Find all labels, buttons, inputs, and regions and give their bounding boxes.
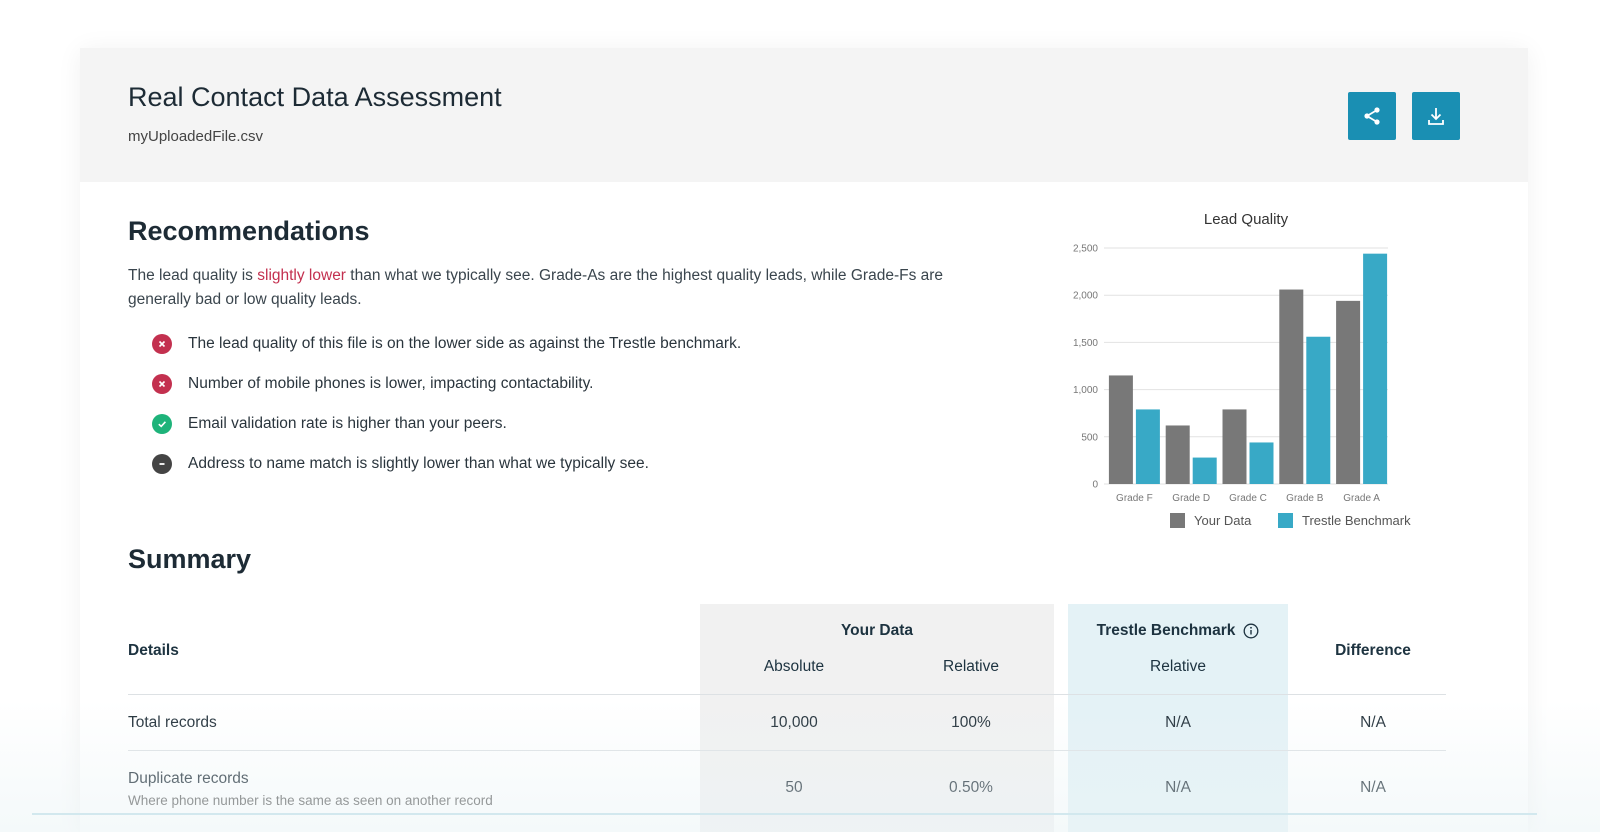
recommendations-intro: The lead quality is slightly lower than …: [128, 264, 948, 312]
benchmark-value: N/A: [1165, 779, 1191, 796]
info-icon[interactable]: [1243, 623, 1259, 639]
benchmark-relative-header: Relative: [1150, 658, 1206, 675]
download-button[interactable]: [1412, 92, 1460, 140]
details-header: Details: [128, 642, 179, 659]
row-divider: [128, 750, 1446, 751]
y-tick-label: 1,000: [1073, 385, 1098, 396]
relative-value: 0.50%: [949, 779, 993, 796]
your-data-header: Your Data: [840, 622, 914, 639]
x-tick-label: Grade D: [1172, 493, 1210, 504]
bar-trestle-benchmark: [1306, 336, 1331, 484]
bar-trestle-benchmark: [1249, 442, 1274, 484]
bar-trestle-benchmark: [1135, 409, 1160, 484]
bar-your-data: [1336, 300, 1361, 484]
difference-value: N/A: [1360, 714, 1386, 731]
page-title: Real Contact Data Assessment: [128, 82, 502, 112]
legend-label: Trestle Benchmark: [1302, 513, 1411, 528]
recommendations-list: The lead quality of this file is on the …: [152, 324, 741, 484]
x-tick-label: Grade B: [1286, 493, 1324, 504]
y-tick-label: 2,000: [1073, 291, 1098, 302]
absolute-value: 10,000: [770, 714, 818, 731]
legend-label: Your Data: [1194, 513, 1252, 528]
summary-title: Summary: [128, 544, 252, 574]
x-tick-label: Grade A: [1343, 493, 1380, 504]
x-tick-label: Grade F: [1116, 493, 1153, 504]
y-tick-label: 0: [1092, 480, 1098, 491]
check-icon: [152, 414, 172, 434]
x-icon: [152, 374, 172, 394]
relative-value: 100%: [951, 714, 991, 731]
bar-your-data: [1108, 375, 1133, 484]
legend-swatch: [1278, 513, 1293, 528]
y-tick-label: 500: [1081, 432, 1098, 443]
assessment-card: Real Contact Data Assessment myUploadedF…: [80, 48, 1528, 832]
share-button[interactable]: [1348, 92, 1396, 140]
y-tick-label: 2,500: [1073, 244, 1098, 255]
recommendation-item: Number of mobile phones is lower, impact…: [152, 364, 741, 404]
row-sublabel: Where phone number is the same as seen o…: [128, 793, 493, 808]
scroll-edge-line: [32, 813, 1537, 815]
benchmark-header: Trestle Benchmark: [1068, 622, 1288, 640]
row-label: Duplicate records: [128, 770, 249, 787]
recommendation-text: Number of mobile phones is lower, impact…: [188, 375, 594, 392]
benchmark-header-label: Trestle Benchmark: [1096, 622, 1236, 639]
absolute-value: 50: [785, 779, 803, 796]
difference-value: N/A: [1360, 779, 1386, 796]
row-label: Total records: [128, 714, 217, 731]
intro-highlight: slightly lower: [257, 267, 346, 284]
report-header: Real Contact Data Assessment myUploadedF…: [80, 48, 1528, 182]
lead-quality-chart: Lead Quality 0 500 1,000 1,500 2,000 2,500 Grad…: [980, 206, 1460, 546]
share-icon: [1364, 107, 1380, 125]
chart-title: Lead Quality: [1204, 211, 1289, 228]
difference-header: Difference: [1335, 642, 1411, 659]
benchmark-value: N/A: [1165, 714, 1191, 731]
lead-quality-chart-svg: Lead Quality 0 500 1,000 1,500 2,000 2,500 Grad…: [1073, 211, 1411, 528]
relative-header: Relative: [943, 658, 999, 675]
minus-icon: [152, 454, 172, 474]
recommendations-title: Recommendations: [128, 216, 370, 246]
x-icon: [152, 334, 172, 354]
legend-swatch: [1170, 513, 1185, 528]
recommendation-text: The lead quality of this file is on the …: [188, 335, 742, 352]
recommendation-item: Address to name match is slightly lower …: [152, 444, 741, 484]
bar-your-data: [1279, 289, 1304, 484]
y-tick-label: 1,500: [1073, 338, 1098, 349]
bar-your-data: [1165, 425, 1190, 484]
row-divider: [128, 694, 1446, 695]
absolute-header: Absolute: [763, 658, 825, 675]
bar-trestle-benchmark: [1192, 457, 1217, 484]
recommendation-text: Address to name match is slightly lower …: [188, 455, 649, 472]
recommendation-item: Email validation rate is higher than you…: [152, 404, 741, 444]
intro-prefix: The lead quality is: [128, 267, 258, 284]
file-name: myUploadedFile.csv: [128, 128, 264, 145]
bar-your-data: [1222, 409, 1247, 484]
bar-trestle-benchmark: [1363, 253, 1388, 484]
download-icon: [1428, 108, 1444, 125]
x-tick-label: Grade C: [1229, 493, 1267, 504]
recommendation-item: The lead quality of this file is on the …: [152, 324, 741, 364]
recommendation-text: Email validation rate is higher than you…: [188, 415, 507, 432]
